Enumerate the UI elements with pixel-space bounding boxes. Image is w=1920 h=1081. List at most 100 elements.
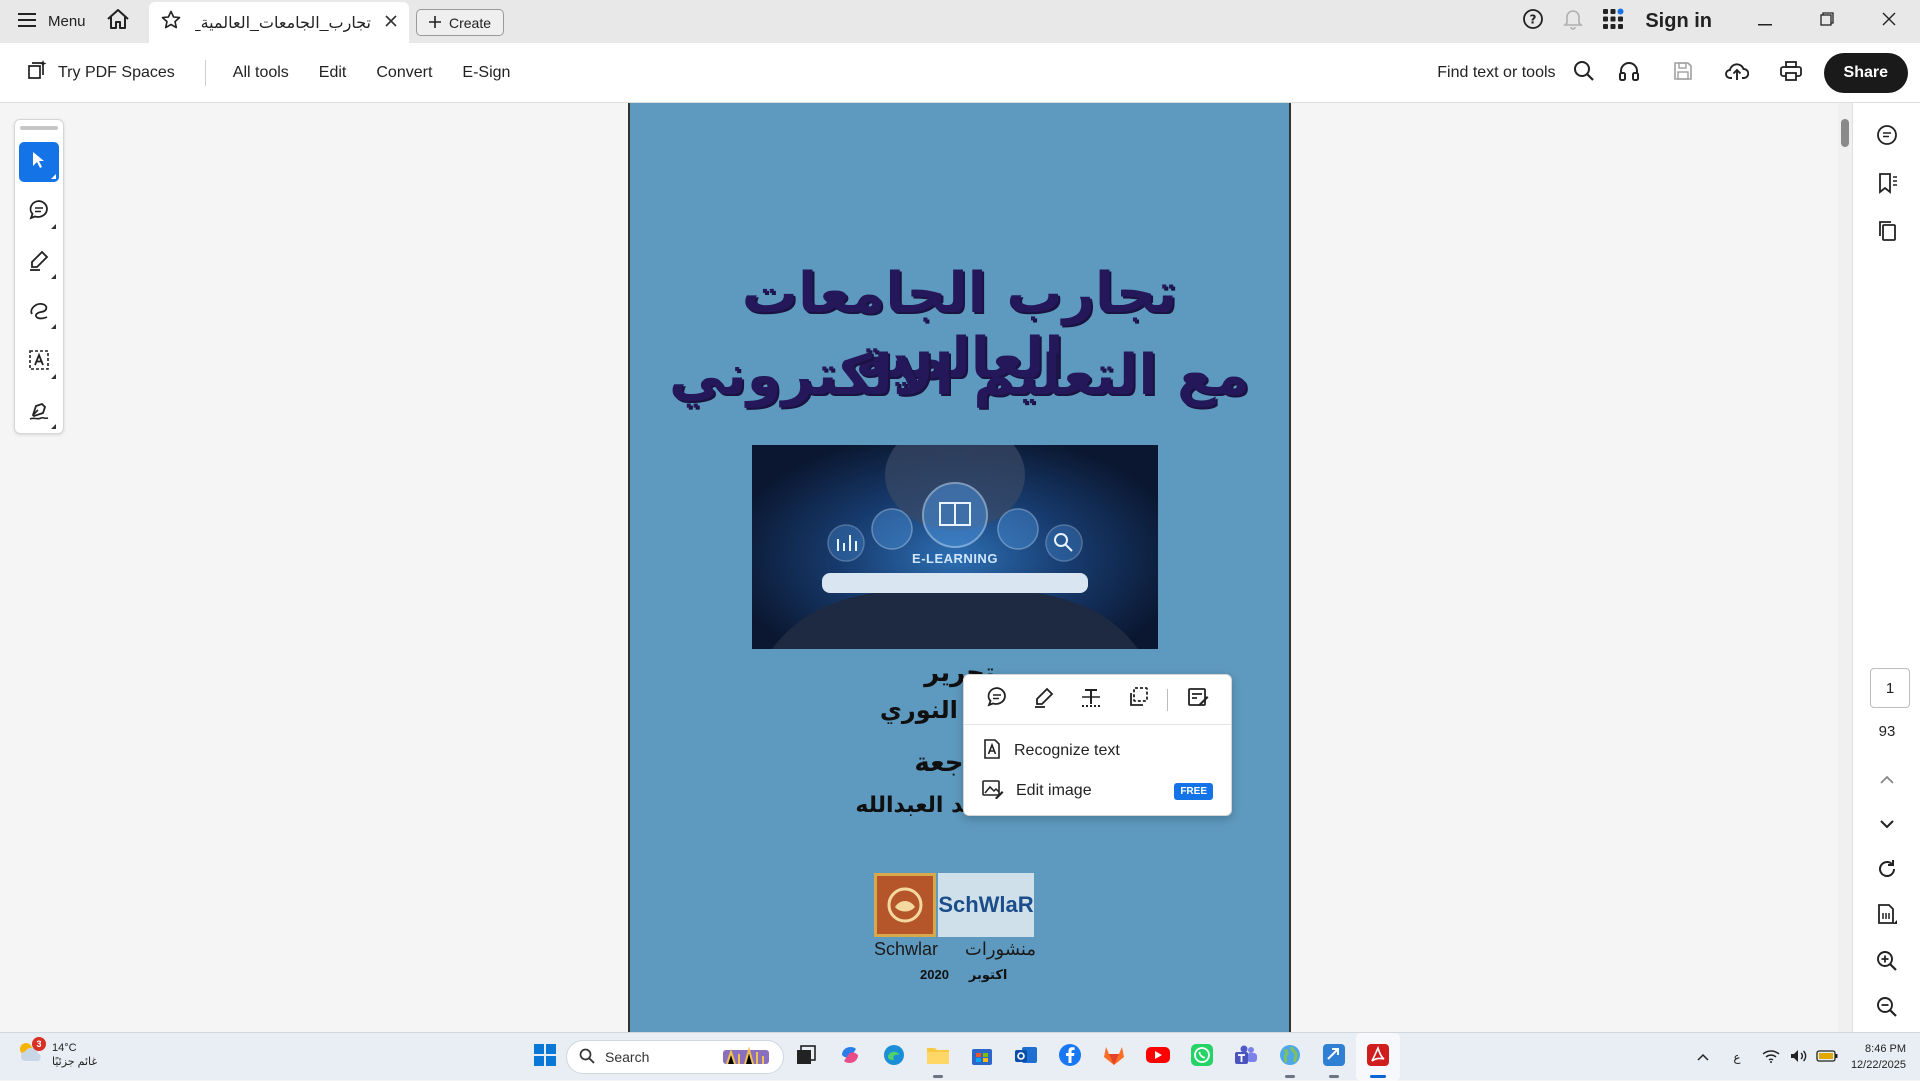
input-language-indicator[interactable]: ع bbox=[1717, 1033, 1757, 1081]
whatsapp-app[interactable] bbox=[1180, 1033, 1224, 1081]
close-window-button[interactable] bbox=[1858, 0, 1920, 43]
save-icon bbox=[1673, 61, 1693, 86]
create-button[interactable]: Create bbox=[416, 9, 505, 36]
outlook-app[interactable] bbox=[1004, 1033, 1048, 1081]
popup-copy-button[interactable] bbox=[1114, 680, 1161, 720]
notifications-button[interactable] bbox=[1553, 0, 1593, 43]
microsoft-store-app[interactable] bbox=[960, 1033, 1004, 1081]
system-tray: ع 8:46 PM 12/22/2025 bbox=[1689, 1033, 1920, 1081]
select-tool[interactable] bbox=[19, 142, 59, 182]
share-button[interactable]: Share bbox=[1823, 53, 1908, 93]
windows-taskbar: 3 14°C غائم جزئيًا Search ع 8:46 PM 12/2… bbox=[0, 1032, 1920, 1081]
clock-date: 12/22/2025 bbox=[1850, 1059, 1906, 1071]
popup-comment-button[interactable] bbox=[974, 680, 1021, 720]
popup-more-options-button[interactable] bbox=[1174, 680, 1221, 720]
find-text-or-tools[interactable]: Find text or tools bbox=[1437, 64, 1555, 82]
text-box-tool[interactable] bbox=[19, 342, 59, 382]
system-clock[interactable]: 8:46 PM 12/22/2025 bbox=[1851, 1041, 1906, 1073]
draw-tool[interactable] bbox=[19, 292, 59, 332]
popup-highlight-button[interactable] bbox=[1021, 680, 1068, 720]
apps-button[interactable] bbox=[1593, 0, 1633, 43]
vertical-scrollbar[interactable] bbox=[1838, 103, 1852, 1032]
teams-app[interactable] bbox=[1224, 1033, 1268, 1081]
acrobat-app[interactable] bbox=[1356, 1033, 1400, 1081]
edit-menu[interactable]: Edit bbox=[319, 64, 347, 82]
show-hidden-icons-button[interactable] bbox=[1689, 1033, 1717, 1081]
minimize-button[interactable] bbox=[1734, 0, 1796, 43]
edit-image-label: Edit image bbox=[1016, 782, 1092, 799]
chevron-up-icon bbox=[1697, 1050, 1709, 1064]
pinned-app-remote[interactable] bbox=[1312, 1033, 1356, 1081]
plus-icon bbox=[429, 15, 441, 31]
rotate-button[interactable] bbox=[1853, 853, 1920, 889]
try-pdf-spaces-label: Try PDF Spaces bbox=[58, 63, 175, 81]
popup-divider bbox=[1167, 688, 1169, 711]
all-tools-menu[interactable]: All tools bbox=[233, 64, 289, 82]
wifi-status[interactable] bbox=[1757, 1033, 1785, 1081]
close-tab-icon[interactable] bbox=[385, 14, 397, 32]
recognize-text-option[interactable]: Recognize text bbox=[964, 731, 1231, 771]
current-page-input[interactable]: 1 bbox=[1870, 668, 1910, 708]
app-tab-bar: Menu تجارب_الجامعات_العالمية_م... Create… bbox=[0, 0, 1920, 43]
home-icon bbox=[106, 8, 130, 35]
upload-button[interactable] bbox=[1710, 43, 1764, 103]
taskbar-search[interactable]: Search bbox=[566, 1040, 784, 1074]
zoom-in-button[interactable] bbox=[1853, 945, 1920, 981]
weather-widget[interactable]: 3 14°C غائم جزئيًا bbox=[16, 1037, 97, 1070]
running-indicator bbox=[1329, 1075, 1339, 1078]
close-icon bbox=[1882, 12, 1896, 31]
bookmark-icon bbox=[1876, 172, 1898, 199]
star-icon[interactable] bbox=[161, 10, 181, 35]
bell-icon bbox=[1563, 8, 1584, 35]
volume-status[interactable] bbox=[1785, 1033, 1813, 1081]
e-learning-cover-image[interactable]: E-LEARNING bbox=[752, 445, 1158, 649]
acrobat-icon bbox=[1366, 1043, 1390, 1072]
weather-text: 14°C غائم جزئيًا bbox=[52, 1041, 97, 1069]
remote-desktop-icon bbox=[1322, 1043, 1346, 1072]
copilot-app[interactable] bbox=[828, 1033, 872, 1081]
popup-strikethrough-button[interactable] bbox=[1068, 680, 1115, 720]
sign-in-button[interactable]: Sign in bbox=[1645, 10, 1712, 33]
scrollbar-thumb[interactable] bbox=[1841, 119, 1849, 147]
youtube-app[interactable] bbox=[1136, 1033, 1180, 1081]
print-button[interactable] bbox=[1764, 43, 1818, 103]
search-button[interactable] bbox=[1566, 43, 1602, 103]
try-pdf-spaces-button[interactable]: Try PDF Spaces bbox=[0, 59, 175, 86]
battery-status[interactable] bbox=[1813, 1033, 1841, 1081]
task-view-button[interactable] bbox=[784, 1033, 828, 1081]
help-button[interactable]: ? bbox=[1513, 0, 1553, 43]
home-button[interactable] bbox=[96, 0, 140, 43]
document-tab[interactable]: تجارب_الجامعات_العالمية_م... bbox=[149, 2, 409, 43]
menu-button[interactable]: Menu bbox=[0, 0, 96, 43]
highlight-tool[interactable] bbox=[19, 242, 59, 282]
start-button[interactable] bbox=[523, 1033, 567, 1081]
edit-image-option[interactable]: Edit image FREE bbox=[964, 771, 1231, 811]
running-indicator bbox=[1370, 1075, 1386, 1078]
pdf-page[interactable]: تجارب الجامعات العالمية مع التعليم الالك… bbox=[628, 103, 1291, 1033]
edge-app[interactable] bbox=[872, 1033, 916, 1081]
copy-icon bbox=[1127, 686, 1149, 713]
facebook-app[interactable] bbox=[1048, 1033, 1092, 1081]
save-button[interactable] bbox=[1656, 43, 1710, 103]
thumbnails-panel-button[interactable] bbox=[1853, 215, 1920, 251]
quick-tools-panel bbox=[14, 119, 64, 434]
zoom-out-button[interactable] bbox=[1853, 991, 1920, 1027]
comments-panel-button[interactable] bbox=[1853, 119, 1920, 155]
publisher-logo-emblem bbox=[874, 873, 936, 937]
e-sign-menu[interactable]: E-Sign bbox=[462, 64, 510, 82]
page-display-button[interactable] bbox=[1853, 899, 1920, 935]
panel-drag-handle[interactable] bbox=[20, 126, 58, 130]
next-page-button[interactable] bbox=[1853, 807, 1920, 843]
previous-page-button[interactable] bbox=[1853, 763, 1920, 799]
file-explorer-app[interactable] bbox=[916, 1033, 960, 1081]
bookmarks-panel-button[interactable] bbox=[1853, 167, 1920, 203]
convert-menu[interactable]: Convert bbox=[376, 64, 432, 82]
sign-tool[interactable] bbox=[19, 392, 59, 432]
zoom-in-icon bbox=[1876, 950, 1898, 977]
pinned-app-earth[interactable] bbox=[1268, 1033, 1312, 1081]
read-aloud-button[interactable] bbox=[1602, 43, 1656, 103]
gitlab-app[interactable] bbox=[1092, 1033, 1136, 1081]
add-comment-tool[interactable] bbox=[19, 192, 59, 232]
restore-button[interactable] bbox=[1796, 0, 1858, 43]
chevron-down-icon bbox=[1880, 816, 1894, 834]
